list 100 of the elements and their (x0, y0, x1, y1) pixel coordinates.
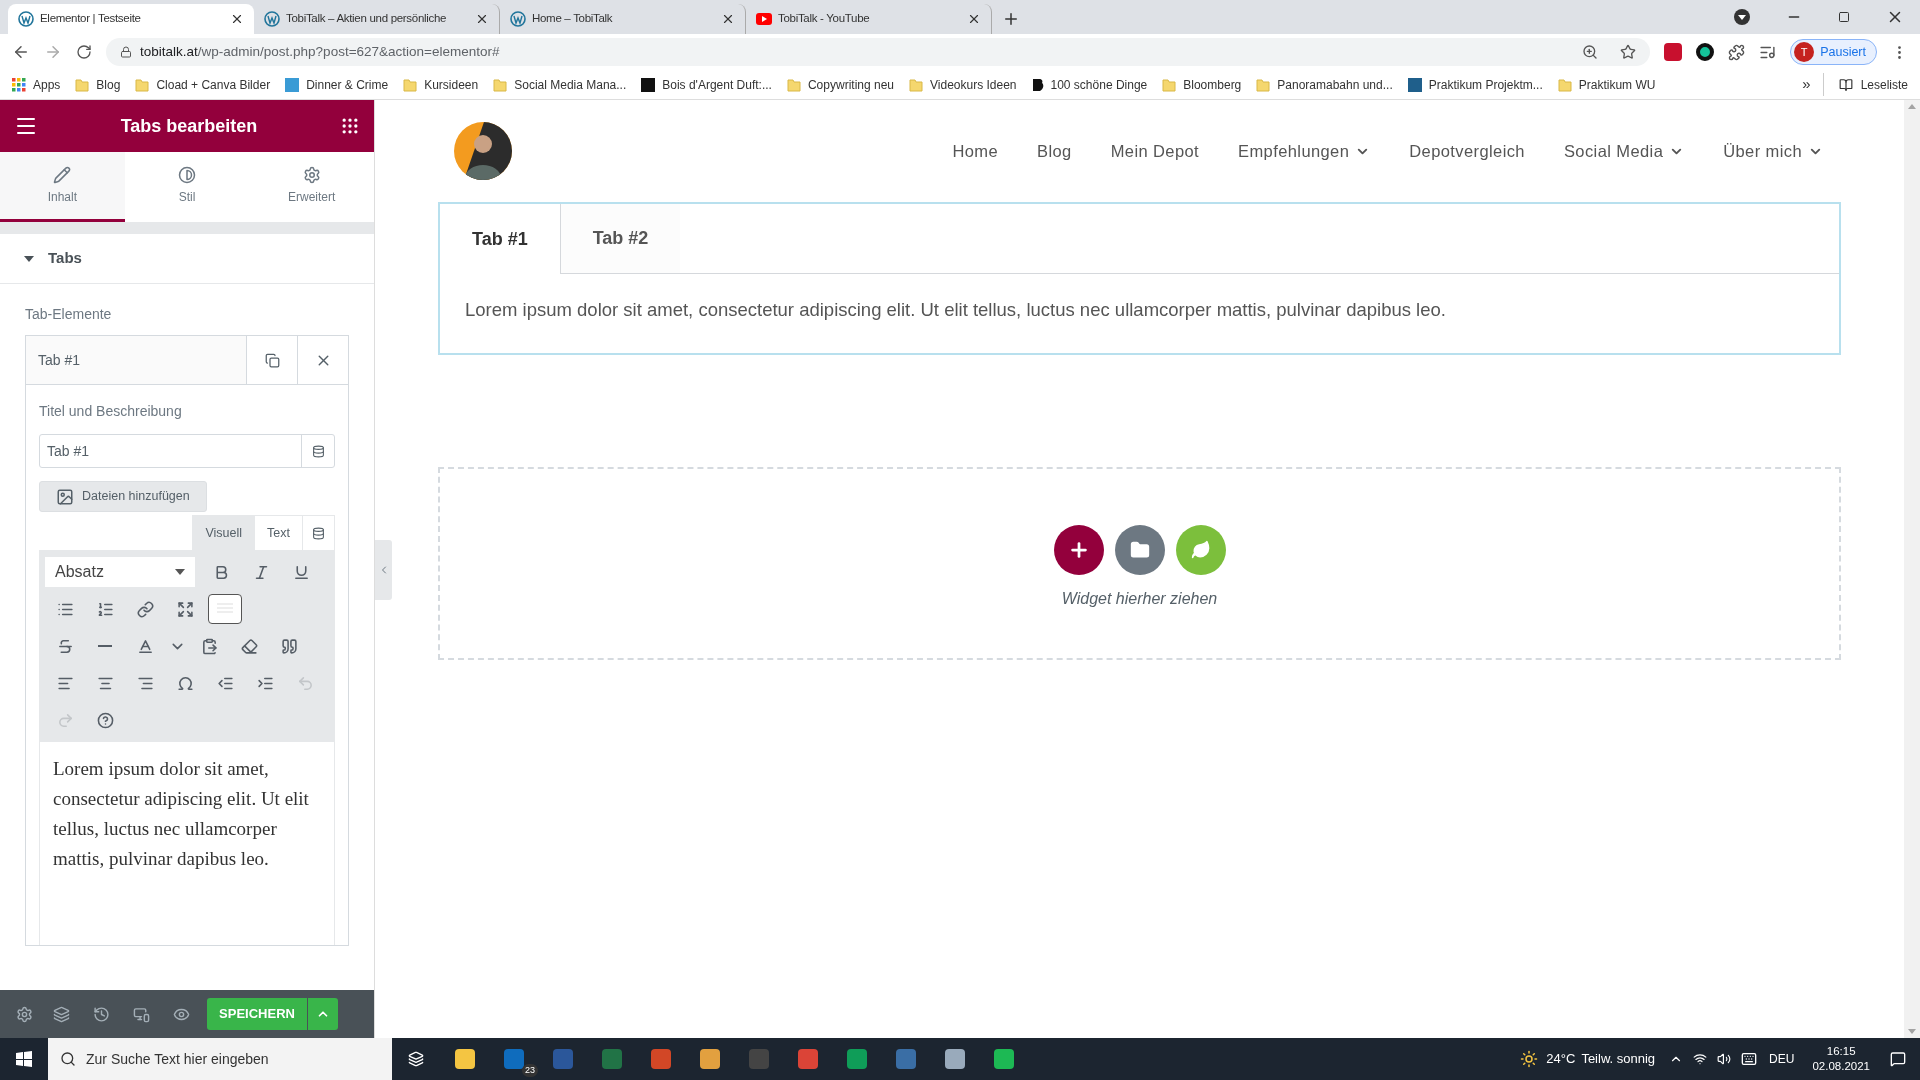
close-icon[interactable] (475, 12, 489, 26)
bookmark[interactable]: Videokurs Ideen (909, 75, 1017, 94)
help-icon (96, 711, 114, 729)
editor-text: Lorem ipsum dolor sit amet, consectetur adipiscing elit. Ut elit tellus, luctus nec ullamcorper mattis, pulvinar dapibus leo. (52, 757, 310, 871)
app-icon[interactable] (895, 1049, 916, 1069)
new-tab-icon[interactable] (1002, 10, 1020, 28)
browser-tab[interactable]: Elementor | Testseite (8, 4, 254, 34)
add-media-button[interactable]: Dateien hinzufügen (39, 481, 207, 512)
contrast-icon (178, 165, 196, 184)
folder-icon[interactable] (454, 1049, 475, 1069)
app-icon[interactable] (944, 1049, 965, 1069)
bookmark[interactable]: Dinner & Crime (285, 75, 389, 94)
windows-icon[interactable] (16, 1051, 32, 1067)
bookmark[interactable]: Blog (75, 75, 121, 94)
section-header[interactable]: Tabs (0, 234, 374, 284)
quote-icon (280, 637, 298, 655)
text-color-icon (136, 637, 154, 655)
editor-tab[interactable]: Text (254, 515, 302, 550)
folder-icon (75, 77, 90, 92)
panel-title: Tabs bearbeiten (120, 114, 258, 138)
taskbar-search-field[interactable]: Zur Suche Text hier eingeben (48, 1038, 392, 1080)
redo-icon (56, 711, 74, 729)
avatar[interactable] (454, 122, 512, 180)
bookmark[interactable]: Panoramabahn und... (1256, 75, 1393, 94)
paste-icon (200, 637, 218, 655)
weather-text: Teilw. sonnig (1581, 1050, 1656, 1069)
slides-icon[interactable] (650, 1049, 671, 1069)
close-icon[interactable] (967, 12, 981, 26)
toolbar-toggle-button[interactable] (208, 594, 242, 624)
bookmark[interactable]: Apps (12, 75, 61, 94)
network-icon[interactable] (1693, 1052, 1708, 1066)
drop-hint: Widget hierher ziehen (1061, 588, 1218, 609)
apps-grid-icon (12, 77, 26, 92)
spreadsheet-icon[interactable] (601, 1049, 622, 1069)
volume-icon[interactable] (1717, 1052, 1732, 1066)
panel-tab[interactable]: Inhalt (0, 152, 125, 222)
layers-icon[interactable] (53, 1005, 70, 1023)
folder-icon (1162, 77, 1177, 92)
reload-icon[interactable] (76, 44, 92, 60)
responsive-icon[interactable] (133, 1005, 150, 1023)
profile-button[interactable]: T Pausiert (1790, 39, 1877, 65)
horizontal-rule-icon (98, 645, 112, 647)
bookmark[interactable]: Cload + Canva Bilder (135, 75, 271, 94)
bookmark[interactable]: Copywriting neu (786, 75, 894, 94)
field-label: Titel und Beschreibung (39, 402, 183, 421)
more-bookmarks-button[interactable]: » (1802, 73, 1824, 96)
title-field[interactable]: Tab #1 (39, 434, 335, 468)
notifications-icon[interactable] (1890, 1051, 1906, 1067)
lock-icon (120, 46, 132, 58)
clock[interactable]: 16:15 02.08.2021 (1812, 1044, 1870, 1074)
close-icon[interactable] (230, 12, 244, 26)
zoom-icon[interactable] (1582, 44, 1599, 60)
nav-link[interactable]: Depotvergleich (1409, 138, 1525, 164)
bookmark[interactable]: Praktikum WU (1557, 75, 1656, 94)
mail-icon[interactable] (503, 1049, 524, 1069)
nav-link[interactable]: Home (952, 138, 999, 164)
bookmark-star-icon[interactable] (1620, 44, 1637, 60)
puzzle-icon[interactable] (1728, 43, 1746, 61)
folder-icon (403, 77, 418, 92)
bookmark[interactable]: Praktikum Projektm... (1407, 75, 1543, 94)
nav-link[interactable]: Mein Depot (1110, 138, 1200, 164)
music-icon[interactable] (993, 1049, 1014, 1069)
bookmark[interactable]: Kursideen (403, 75, 479, 94)
browser-icon[interactable] (846, 1049, 867, 1069)
restore-icon[interactable] (1838, 11, 1850, 23)
weather-icon (1520, 1050, 1539, 1068)
pencil-icon (53, 165, 72, 184)
nav-link[interactable]: Social Media (1563, 138, 1685, 164)
site-icon (1031, 77, 1044, 92)
bookmark[interactable]: Social Media Mana... (493, 75, 627, 94)
panel-tab[interactable]: Erweitert (249, 152, 374, 222)
browser-icon[interactable] (797, 1049, 818, 1069)
temperature: 24°C (1546, 1050, 1576, 1069)
address-bar[interactable]: tobitalk.at/wp-admin/post.php?post=627&action=elementor# (106, 38, 1651, 66)
keyboard-icon[interactable] (1741, 1051, 1758, 1067)
widgets-grid-icon[interactable] (340, 116, 360, 136)
nav-link[interactable]: Empfehlungen (1238, 138, 1371, 164)
close-icon[interactable] (721, 12, 735, 26)
nav-link[interactable]: Über mich (1723, 138, 1823, 164)
language-indicator[interactable]: DEU (1769, 1050, 1795, 1068)
format-dropdown[interactable]: Absatz (45, 557, 195, 587)
nav-link[interactable]: Blog (1037, 138, 1072, 164)
bookmark[interactable]: Bloomberg (1162, 75, 1242, 94)
settings-icon[interactable] (16, 1005, 33, 1023)
bookmark[interactable]: Bois d'Argent Duft:... (641, 75, 772, 94)
bookmark[interactable]: 100 schöne Dinge (1031, 75, 1148, 94)
extension-icon[interactable] (1696, 43, 1715, 61)
scrollbar[interactable] (1904, 100, 1920, 1038)
caret-icon (24, 255, 34, 262)
panel-tab[interactable]: Stil (124, 152, 250, 222)
history-icon[interactable] (93, 1005, 110, 1023)
tab-search-icon[interactable] (1734, 9, 1750, 25)
dynamic-tags-icon[interactable] (311, 444, 325, 458)
editor-tab[interactable]: Visuell (192, 515, 255, 550)
app-icon[interactable] (699, 1049, 720, 1069)
dynamic-tags-icon[interactable] (312, 526, 325, 540)
reading-list-button[interactable]: Leseliste (1838, 75, 1908, 94)
fullscreen-icon (176, 600, 194, 618)
back-icon[interactable] (12, 43, 30, 61)
repeater-item[interactable]: Tab #1 (26, 336, 246, 384)
